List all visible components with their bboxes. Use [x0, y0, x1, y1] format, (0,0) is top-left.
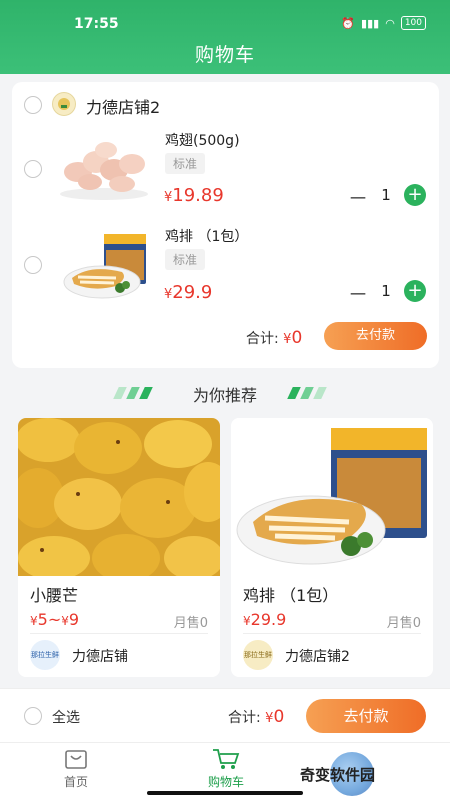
- store-name[interactable]: 力德店铺2: [86, 94, 160, 118]
- chicken-wing-image[interactable]: [56, 132, 152, 202]
- item-price-value: 19.89: [172, 185, 224, 206]
- select-all-label[interactable]: 全选: [52, 707, 80, 727]
- recommend-store-name[interactable]: 力德店铺: [72, 646, 128, 666]
- tab-cart[interactable]: 购物车: [186, 747, 266, 790]
- store-badge-icon: [52, 92, 76, 116]
- item-select-radio[interactable]: [24, 160, 42, 178]
- store-select-radio[interactable]: [24, 96, 42, 114]
- select-all-radio[interactable]: [24, 707, 42, 725]
- item-spec-tag[interactable]: 标准: [165, 153, 206, 174]
- tab-home[interactable]: 首页: [36, 747, 116, 790]
- price-currency: ¥: [30, 614, 38, 628]
- tab-cart-label: 购物车: [207, 775, 244, 789]
- signal-icon: ▮▮▮: [361, 16, 380, 30]
- chicken-cutlet-image[interactable]: [231, 418, 433, 576]
- divider: [243, 633, 421, 634]
- total-amount: 合计: ¥0: [228, 707, 284, 727]
- tab-home-label: 首页: [63, 775, 88, 789]
- recommend-sales: 月售0: [386, 616, 421, 631]
- chicken-cutlet-image[interactable]: [60, 230, 150, 302]
- store-pay-button[interactable]: 去付款: [324, 322, 427, 350]
- status-icons: ⏰ ▮▮▮ ◠ 100: [341, 16, 426, 30]
- quantity-plus-button[interactable]: +: [404, 184, 426, 206]
- home-icon: [36, 747, 116, 771]
- item-price: ¥19.89: [164, 185, 224, 206]
- item-name[interactable]: 鸡排 （1包）: [165, 226, 248, 246]
- total-label: 合计:: [228, 710, 261, 726]
- status-time: 17:55: [74, 16, 119, 32]
- recommend-price: ¥29.9: [243, 610, 286, 629]
- price-value: 29.9: [250, 610, 287, 629]
- price-currency: ¥: [61, 614, 69, 628]
- recommend-price: ¥5~¥9: [30, 610, 79, 629]
- page-title: 购物车: [194, 44, 255, 66]
- recommend-stripes-right: [287, 387, 327, 399]
- checkout-pay-button[interactable]: 去付款: [306, 699, 426, 733]
- store-logo-text: 那拉生鲜: [244, 651, 272, 659]
- price-low: 5: [37, 610, 48, 629]
- divider: [30, 633, 208, 634]
- subtotal-label: 合计:: [246, 331, 279, 347]
- item-price: ¥29.9: [164, 282, 212, 303]
- quantity-minus-button[interactable]: 一: [350, 185, 366, 209]
- cart-icon: [186, 747, 266, 771]
- recommend-name[interactable]: 鸡排 （1包）: [243, 582, 338, 606]
- mango-image[interactable]: [18, 418, 220, 582]
- item-name[interactable]: 鸡翅(500g): [165, 130, 240, 150]
- quantity-minus-button[interactable]: 一: [350, 281, 366, 305]
- header: 17:55 ⏰ ▮▮▮ ◠ 100 购物车: [0, 0, 450, 74]
- recommend-sales: 月售0: [173, 616, 208, 631]
- subtotal-value: 0: [291, 328, 303, 348]
- recommend-card[interactable]: 鸡排 （1包） ¥29.9 月售0 那拉生鲜 力德店铺2: [231, 418, 433, 677]
- store-logo-icon: 那拉生鲜: [30, 640, 60, 670]
- store-logo-icon: 那拉生鲜: [243, 640, 273, 670]
- checkout-bar: 全选 合计: ¥0 去付款: [0, 688, 450, 742]
- cart-store-card: 力德店铺2 鸡翅(500g) 标准 ¥19.89 一 1 + 鸡排 （1包） 标…: [12, 82, 439, 368]
- home-indicator[interactable]: [147, 791, 303, 795]
- store-subtotal: 合计: ¥0: [246, 328, 302, 348]
- alarm-icon: ⏰: [341, 16, 356, 30]
- item-spec-tag[interactable]: 标准: [165, 249, 206, 270]
- item-price-value: 29.9: [172, 282, 213, 303]
- quantity-value: 1: [381, 282, 391, 300]
- watermark-text: 奇变软件园: [300, 766, 376, 784]
- price-currency: ¥: [243, 614, 251, 628]
- price-separator: ~: [47, 610, 62, 629]
- recommend-name[interactable]: 小腰芒: [30, 582, 78, 606]
- wifi-icon: ◠: [385, 16, 395, 30]
- quantity-plus-button[interactable]: +: [404, 280, 426, 302]
- recommend-store-name[interactable]: 力德店铺2: [285, 646, 350, 666]
- quantity-value: 1: [381, 186, 391, 204]
- price-high: 9: [68, 610, 80, 629]
- total-value: 0: [273, 707, 285, 727]
- battery-icon: 100: [400, 16, 426, 30]
- store-logo-text: 那拉生鲜: [31, 651, 59, 659]
- recommend-title: 为你推荐: [192, 386, 257, 405]
- recommend-card[interactable]: 小腰芒 ¥5~¥9 月售0 那拉生鲜 力德店铺: [18, 418, 220, 677]
- item-select-radio[interactable]: [24, 256, 42, 274]
